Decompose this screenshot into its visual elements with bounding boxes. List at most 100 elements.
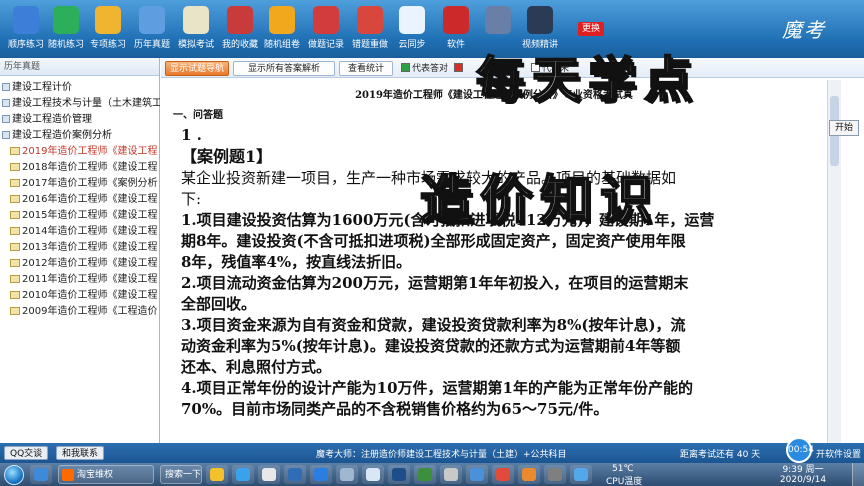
tree-item-label: 2019年造价工程师《建设工程 [22, 146, 158, 157]
qq-chat-tab[interactable]: QQ交谈 [4, 446, 49, 460]
quicklaunch-app14-icon[interactable] [544, 465, 566, 484]
main-toolbar: 顺序练习 随机练习 专项练习 历年真题 模拟考试 我的收藏 随机组卷 做题记录 错题重做 云同步软… [0, 0, 864, 58]
mock-exam-icon [183, 6, 209, 34]
show-all-answers-button[interactable]: 显示所有答案解析 [233, 61, 335, 76]
quicklaunch-app2-icon[interactable] [232, 465, 254, 484]
past-exams-icon [139, 6, 165, 34]
overlay-title-line2: 造价知识 [419, 170, 661, 232]
tree-exam-item[interactable]: 2012年造价工程师《建设工程 [0, 256, 160, 272]
tree-exam-item[interactable]: 2017年造价工程师《案例分析 [0, 176, 160, 192]
quicklaunch-app8-icon[interactable] [388, 465, 410, 484]
tree-item-label: 建设工程造价管理 [12, 114, 92, 125]
folder-icon [2, 115, 10, 123]
document-icon [10, 291, 20, 299]
tree-exam-item[interactable]: 2009年造价工程师《工程造价 [0, 304, 160, 320]
question-line: 期8年。建设投资(不含可抵扣进项税)全部形成固定资产，固定资产使用年限 [181, 232, 686, 250]
quicklaunch-browser-icon[interactable] [30, 465, 52, 484]
brand-logo: 魔考 [782, 18, 826, 42]
tree-item-label: 2013年造价工程师《建设工程 [22, 242, 158, 253]
taobao-icon [62, 469, 74, 481]
tree-item-label: 建设工程计价 [12, 82, 72, 93]
user-icon [485, 6, 511, 34]
status-center-text: 魔考大师：注册造价师建设工程技术与计量（土建）+公共科目 [316, 450, 567, 460]
quicklaunch-app9-icon[interactable] [414, 465, 436, 484]
question-line: 全部回收。 [181, 295, 257, 313]
left-panel: 历年真题 建设工程计价 建设工程技术与计量（土木建筑工 建设工程造价管理 建设工程造价… [0, 58, 160, 463]
view-stats-button[interactable]: 查看统计 [339, 61, 393, 76]
windows-start-icon[interactable] [4, 465, 24, 485]
question-document: 2019年造价工程师《建设工程造价案例分析》专业资格考试真 一、问答题 1 . … [161, 80, 827, 463]
exam-tree: 建设工程计价建设工程技术与计量（土木建筑工 建设工程造价管理建设工程造价案例分析 2… [0, 80, 160, 320]
quicklaunch-app11-icon[interactable] [466, 465, 488, 484]
tree-item-label: 2010年造价工程师《建设工程 [22, 290, 158, 301]
quicklaunch-app5-icon[interactable] [310, 465, 332, 484]
tree-item-label: 2012年造价工程师《建设工程 [22, 258, 158, 269]
windows-taskbar: 淘宝维权 搜索一下 [0, 463, 864, 486]
sequence-practice-icon [13, 6, 39, 34]
quicklaunch-app1-icon[interactable] [206, 465, 228, 484]
wrong-swatch [453, 63, 463, 72]
timer-badge: 00:54 [786, 437, 814, 463]
tree-exam-item[interactable]: 2019年造价工程师《建设工程 [0, 144, 160, 160]
quicklaunch-app6-icon[interactable] [336, 465, 358, 484]
quicklaunch-app7-icon[interactable] [362, 465, 384, 484]
cloud-sync-icon [399, 6, 425, 34]
tree-item-label: 2018年造价工程师《建设工程 [22, 162, 158, 173]
document-icon [10, 179, 20, 187]
legend-correct-label: 代表答对 [412, 64, 449, 74]
question-line: 3.项目资金来源为自有资金和贷款，建设投资贷款利率为8%(按年计息)，流 [181, 316, 686, 334]
document-icon [10, 259, 20, 267]
system-clock[interactable]: 9:39 周一 2020/9/14 [770, 465, 836, 485]
app-status-bar: QQ交谈 和我联系 魔考大师：注册造价师建设工程技术与计量（土建）+公共科目 距… [0, 443, 864, 463]
taskbar-window-button[interactable]: 淘宝维权 [58, 465, 154, 484]
quicklaunch-app10-icon[interactable] [440, 465, 462, 484]
document-icon [10, 243, 20, 251]
favorites-icon [227, 6, 253, 34]
quicklaunch-app12-icon[interactable] [492, 465, 514, 484]
tree-item-label: 建设工程技术与计量（土木建筑工 [12, 98, 160, 109]
document-icon [10, 163, 20, 171]
record-icon [313, 6, 339, 34]
taskbar-search-button[interactable]: 搜索一下 [160, 465, 202, 484]
quicklaunch-app3-icon[interactable] [258, 465, 280, 484]
tree-exam-item[interactable]: 2018年造价工程师《建设工程 [0, 160, 160, 176]
tree-category[interactable]: 建设工程造价案例分析 [0, 128, 160, 144]
tree-exam-item[interactable]: 2010年造价工程师《建设工程 [0, 288, 160, 304]
tree-exam-item[interactable]: 2011年造价工程师《建设工程 [0, 272, 160, 288]
contact-tab[interactable]: 和我联系 [56, 446, 105, 460]
video-icon [527, 6, 553, 34]
tree-item-label: 2016年造价工程师《建设工程 [22, 194, 158, 205]
show-desktop-button[interactable] [852, 463, 864, 486]
question-number: 1 . [181, 126, 202, 144]
tree-exam-item[interactable]: 2013年造价工程师《建设工程 [0, 240, 160, 256]
start-button[interactable]: 开始 [829, 120, 859, 136]
document-icon [10, 275, 20, 283]
quicklaunch-app4-icon[interactable] [284, 465, 306, 484]
folder-icon [2, 131, 10, 139]
quicklaunch-app15-icon[interactable] [570, 465, 592, 484]
tree-category[interactable]: 建设工程技术与计量（土木建筑工 [0, 96, 160, 112]
tree-category[interactable]: 建设工程造价管理 [0, 112, 160, 128]
question-line: 动资金利率为5%(按年计息)。建设投资贷款的还款方式为运营期前4年等额 [181, 337, 681, 355]
toolbar-button-10[interactable]: 软件 [436, 6, 476, 56]
document-icon [10, 147, 20, 155]
tree-exam-item[interactable]: 2016年造价工程师《建设工程 [0, 192, 160, 208]
doc-vertical-scrollbar[interactable] [827, 80, 841, 463]
folder-icon [2, 83, 10, 91]
document-icon [10, 211, 20, 219]
tree-exam-item[interactable]: 2014年造价工程师《建设工程 [0, 224, 160, 240]
tree-item-label: 2009年造价工程师《工程造价 [22, 306, 158, 317]
update-button[interactable]: 更换 [578, 22, 604, 36]
document-icon [10, 227, 20, 235]
document-icon [10, 195, 20, 203]
correct-swatch [401, 63, 410, 72]
tree-exam-item[interactable]: 2015年造价工程师《建设工程 [0, 208, 160, 224]
tree-category[interactable]: 建设工程计价 [0, 80, 160, 96]
show-guide-button[interactable]: 显示试题导航 [165, 61, 229, 76]
question-line: 2.项目流动资金估算为200万元，运营期第1年年初投入，在项目的运营期末 [181, 274, 689, 292]
clock-date: 2020/9/14 [779, 475, 827, 485]
quicklaunch-app13-icon[interactable] [518, 465, 540, 484]
software-icon [443, 6, 469, 34]
tree-item-label: 2015年造价工程师《建设工程 [22, 210, 158, 221]
settings-link[interactable]: 开软件设置 [816, 447, 861, 460]
